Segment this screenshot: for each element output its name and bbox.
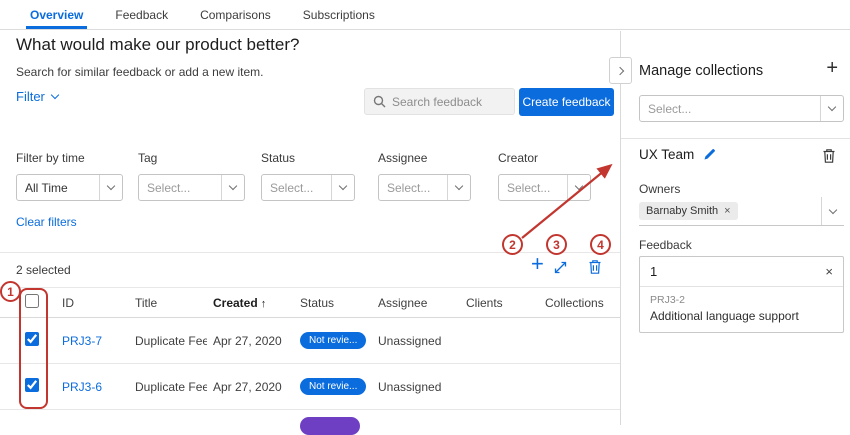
filter-by-time-dropdown[interactable]: All Time bbox=[16, 174, 123, 201]
collection-select-dropdown[interactable]: Select... bbox=[639, 95, 844, 122]
panel-title: Manage collections bbox=[639, 63, 763, 79]
sort-ascending-icon: ↑ bbox=[261, 298, 267, 310]
column-header-collections[interactable]: Collections bbox=[539, 296, 620, 310]
dropdown-value: Select... bbox=[270, 181, 313, 195]
page-subtitle: Search for similar feedback or add a new… bbox=[16, 65, 263, 79]
owner-chip: Barnaby Smith × bbox=[639, 202, 738, 220]
create-feedback-button[interactable]: Create feedback bbox=[519, 88, 614, 116]
delete-collection-icon[interactable] bbox=[822, 148, 836, 169]
search-icon bbox=[373, 95, 386, 108]
feedback-count: 1 bbox=[650, 264, 657, 279]
search-input[interactable] bbox=[392, 95, 506, 109]
feedback-item-title: Additional language support bbox=[650, 309, 833, 323]
table-row[interactable]: PRJ3-6 Duplicate Fee... Apr 27, 2020 Not… bbox=[0, 364, 620, 410]
column-header-id[interactable]: ID bbox=[56, 296, 129, 310]
collection-feedback-box: 1 × PRJ3-2 Additional language support bbox=[639, 256, 844, 333]
chevron-down-icon bbox=[107, 182, 115, 190]
feedback-id-link[interactable]: PRJ3-6 bbox=[56, 380, 129, 394]
tab-bar: Overview Feedback Comparisons Subscripti… bbox=[0, 0, 850, 30]
feedback-list-item[interactable]: PRJ3-2 Additional language support bbox=[640, 287, 843, 332]
collapse-panel-button[interactable] bbox=[609, 57, 632, 84]
add-collection-button[interactable]: + bbox=[826, 58, 838, 78]
status-badge[interactable]: Not revie... bbox=[300, 332, 366, 349]
dropdown-value: Select... bbox=[147, 181, 190, 195]
dropdown-value: Select... bbox=[648, 102, 691, 116]
row-checkbox[interactable] bbox=[25, 378, 39, 392]
divider bbox=[0, 252, 620, 253]
owner-name: Barnaby Smith bbox=[646, 205, 718, 217]
table-header-row: ID Title Created↑ Status Assignee Client… bbox=[0, 287, 620, 318]
assignee-dropdown[interactable]: Select... bbox=[378, 174, 471, 201]
column-header-assignee[interactable]: Assignee bbox=[372, 296, 460, 310]
tag-label: Tag bbox=[138, 151, 245, 165]
chevron-down-icon bbox=[51, 91, 59, 99]
select-all-checkbox[interactable] bbox=[25, 294, 39, 308]
feedback-table: ID Title Created↑ Status Assignee Client… bbox=[0, 287, 620, 410]
owners-select[interactable]: Barnaby Smith × bbox=[639, 197, 844, 226]
tab-feedback[interactable]: Feedback bbox=[99, 0, 184, 29]
tab-overview[interactable]: Overview bbox=[14, 0, 99, 29]
row-checkbox[interactable] bbox=[25, 332, 39, 346]
selected-count: 2 selected bbox=[16, 263, 71, 277]
merge-button[interactable] bbox=[553, 260, 568, 275]
feedback-item-id: PRJ3-2 bbox=[650, 294, 833, 306]
status-badge[interactable]: Not revie... bbox=[300, 378, 366, 395]
remove-feedback-icon[interactable]: × bbox=[825, 264, 833, 279]
chevron-right-icon bbox=[615, 66, 623, 74]
column-header-status[interactable]: Status bbox=[294, 296, 372, 310]
feedback-title: Duplicate Fee... bbox=[129, 380, 207, 394]
merge-icon bbox=[553, 260, 568, 275]
dropdown-value: Select... bbox=[507, 181, 550, 195]
delete-button[interactable] bbox=[588, 259, 602, 275]
chevron-down-icon bbox=[229, 182, 237, 190]
column-header-title[interactable]: Title bbox=[129, 296, 207, 310]
main-panel: What would make our product better? Sear… bbox=[0, 31, 620, 425]
tab-subscriptions[interactable]: Subscriptions bbox=[287, 0, 391, 29]
dropdown-value: Select... bbox=[387, 181, 430, 195]
chevron-down-icon bbox=[455, 182, 463, 190]
chevron-down-icon bbox=[828, 103, 836, 111]
chevron-down-icon bbox=[339, 182, 347, 190]
feedback-title: Duplicate Fee... bbox=[129, 334, 207, 348]
feedback-id-link[interactable]: PRJ3-7 bbox=[56, 334, 129, 348]
search-box bbox=[364, 88, 515, 115]
creator-label: Creator bbox=[498, 151, 591, 165]
page-title: What would make our product better? bbox=[16, 35, 299, 55]
column-header-clients[interactable]: Clients bbox=[460, 296, 539, 310]
table-row[interactable]: PRJ3-7 Duplicate Fee... Apr 27, 2020 Not… bbox=[0, 318, 620, 364]
filter-toggle-label: Filter bbox=[16, 89, 45, 104]
dropdown-value: All Time bbox=[25, 181, 68, 195]
created-date: Apr 27, 2020 bbox=[207, 334, 294, 348]
feedback-label: Feedback bbox=[639, 238, 692, 252]
clear-filters-link[interactable]: Clear filters bbox=[16, 215, 77, 229]
assignee-value: Unassigned bbox=[372, 334, 460, 348]
filter-by-time-label: Filter by time bbox=[16, 151, 123, 165]
created-date: Apr 27, 2020 bbox=[207, 380, 294, 394]
tag-dropdown[interactable]: Select... bbox=[138, 174, 245, 201]
remove-owner-icon[interactable]: × bbox=[724, 205, 730, 217]
collection-name: UX Team bbox=[639, 147, 694, 162]
status-label: Status bbox=[261, 151, 355, 165]
status-dropdown[interactable]: Select... bbox=[261, 174, 355, 201]
assignee-value: Unassigned bbox=[372, 380, 460, 394]
trash-icon bbox=[588, 259, 602, 275]
assignee-label: Assignee bbox=[378, 151, 471, 165]
tab-comparisons[interactable]: Comparisons bbox=[184, 0, 287, 29]
manage-collections-panel: Manage collections + Select... UX Team O… bbox=[620, 31, 850, 425]
status-badge-partial bbox=[300, 417, 360, 435]
filter-toggle[interactable]: Filter bbox=[16, 89, 58, 104]
add-to-collection-button[interactable]: + bbox=[531, 253, 544, 275]
owners-label: Owners bbox=[639, 182, 680, 196]
creator-dropdown[interactable]: Select... bbox=[498, 174, 591, 201]
edit-collection-icon[interactable] bbox=[703, 148, 716, 161]
chevron-down-icon bbox=[829, 205, 837, 213]
divider bbox=[621, 138, 850, 139]
chevron-down-icon bbox=[575, 182, 583, 190]
column-header-created[interactable]: Created↑ bbox=[207, 296, 294, 310]
